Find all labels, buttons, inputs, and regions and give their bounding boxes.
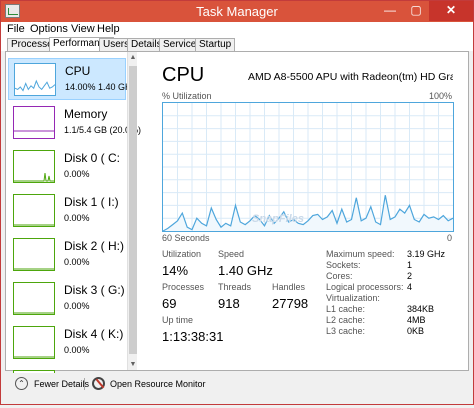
maximize-button[interactable]: ▢ <box>403 1 429 21</box>
spec-value: 0KB <box>407 326 425 336</box>
handles-value: 27798 <box>272 296 309 311</box>
scroll-down-arrow-icon[interactable]: ▼ <box>128 361 138 368</box>
spec-label: Maximum speed: <box>326 249 395 259</box>
thumbnail-graph-svg <box>14 172 54 182</box>
cpu-graph-svg <box>163 103 453 231</box>
cpu-utilization-graph <box>162 102 454 232</box>
sidebar-item-disk-2[interactable]: Disk 2 ( H:) 0.00% <box>8 234 126 276</box>
cpu-detail-view: CPU AMD A8-5500 APU with Radeon(tm) HD G… <box>142 52 468 370</box>
menu-options[interactable]: Options <box>30 23 68 35</box>
sidebar-item-cpu[interactable]: CPU 14.00% 1.40 GHz <box>8 58 136 100</box>
thumbnail-graph <box>13 282 55 315</box>
scrollbar-thumb[interactable] <box>129 66 137 354</box>
sidebar-item-subtitle: 0.00% <box>64 301 90 311</box>
sidebar-scrollbar[interactable]: ▲ ▼ <box>127 52 137 370</box>
chevron-up-icon[interactable]: ⌃ <box>15 377 28 390</box>
thumbnail-graph <box>13 194 55 227</box>
spec-value: 1 <box>407 260 413 270</box>
footer-bar: ⌃ Fewer Details Open Resource Monitor <box>1 373 473 404</box>
sidebar-item-disk-0[interactable]: Disk 0 ( C: 0.00% <box>8 146 126 188</box>
watermark-logo: SnapFiles <box>252 213 304 225</box>
footer-divider <box>84 378 85 390</box>
menu-bar: File Options View Help <box>1 22 473 37</box>
sidebar-item-disk-1[interactable]: Disk 1 ( I:) 0.00% <box>8 190 126 232</box>
thumbnail-graph-svg <box>14 268 54 270</box>
sidebar-item-disk-4[interactable]: Disk 4 ( K:) 0.00% <box>8 322 126 364</box>
processes-value: 69 <box>162 296 177 311</box>
minimize-button[interactable]: — <box>377 1 403 21</box>
resource-sidebar: CPU 14.00% 1.40 GHz Memory 1.1/5.4 GB (20.0… <box>6 52 141 403</box>
sidebar-item-mem[interactable]: Memory 1.1/5.4 GB (20.0%) <box>8 102 141 144</box>
threads-value: 918 <box>218 296 240 311</box>
scroll-up-arrow-icon[interactable]: ▲ <box>128 54 138 61</box>
thumbnail-graph <box>13 106 55 139</box>
spec-value: 3.19 GHz <box>407 249 446 259</box>
menu-view[interactable]: View <box>71 23 95 35</box>
close-button[interactable]: ✕ <box>429 1 473 21</box>
sidebar-item-title: Memory <box>64 107 108 121</box>
open-resource-monitor-link[interactable]: Open Resource Monitor <box>110 379 206 389</box>
sidebar-item-disk-3[interactable]: Disk 3 ( G:) 0.00% <box>8 278 126 320</box>
cpu-model-name: AMD A8-5500 APU with Radeon(tm) HD Graph… <box>248 71 453 83</box>
sidebar-item-subtitle: 0.00% <box>64 213 90 223</box>
thumbnail-graph-svg <box>14 312 54 314</box>
processes-label: Processes <box>162 282 205 292</box>
thumbnail-graph <box>13 150 55 183</box>
thumbnail-series-line <box>15 79 55 92</box>
threads-label: Threads <box>218 282 252 292</box>
handles-label: Handles <box>272 282 306 292</box>
utilization-label: Utilization <box>162 249 202 259</box>
sidebar-item-subtitle: 0.00% <box>64 257 90 267</box>
thumbnail-graph-svg <box>14 356 54 358</box>
spec-value: 2 <box>407 271 413 281</box>
speed-value: 1.40 GHz <box>218 263 273 278</box>
spec-value: 4 <box>407 282 413 292</box>
utilization-value: 14% <box>162 263 189 278</box>
sidebar-item-subtitle: 0.00% <box>64 345 90 355</box>
menu-file[interactable]: File <box>7 23 25 35</box>
thumbnail-graph-svg <box>15 79 55 92</box>
sidebar-item-subtitle: 0.00% <box>64 169 90 179</box>
sidebar-item-title: CPU <box>65 64 91 78</box>
spec-label: L1 cache: <box>326 304 366 314</box>
spec-label: Logical processors: <box>326 282 404 292</box>
sidebar-item-title: Disk 1 ( I:) <box>64 195 119 209</box>
spec-label: Sockets: <box>326 260 361 270</box>
thumbnail-graph-svg <box>14 224 54 226</box>
tab-startup[interactable]: Startup <box>195 38 236 51</box>
thumbnail-graph <box>13 238 55 271</box>
fewer-details-link[interactable]: Fewer Details <box>34 379 89 389</box>
utilization-axis-label: % Utilization <box>162 91 212 101</box>
sidebar-item-title: Disk 2 ( H:) <box>64 239 124 253</box>
tab-strip: Processes Performance Users Details Serv… <box>1 37 473 51</box>
spec-value: 4MB <box>407 315 426 325</box>
uptime-value: 1:13:38:31 <box>162 329 224 344</box>
title-bar: Task Manager — ▢ ✕ <box>1 1 473 22</box>
sidebar-item-title: Disk 3 ( G:) <box>64 283 125 297</box>
spec-label: L2 cache: <box>326 315 366 325</box>
time-axis-end: 0 <box>446 233 452 243</box>
sidebar-item-title: Disk 4 ( K:) <box>64 327 124 341</box>
spec-label: Virtualization: <box>326 293 380 303</box>
time-axis-label: 60 Seconds <box>162 233 210 243</box>
thumbnail-graph <box>13 326 55 359</box>
utilization-axis-max: 100% <box>428 91 452 101</box>
sidebar-item-title: Disk 0 ( C: <box>64 151 121 165</box>
spec-label: L3 cache: <box>326 326 366 336</box>
resource-monitor-icon[interactable] <box>92 377 105 390</box>
spec-value: 384KB <box>407 304 435 314</box>
menu-help[interactable]: Help <box>97 23 120 35</box>
task-manager-window: Task Manager — ▢ ✕ File Options View Hel… <box>0 0 474 405</box>
spec-label: Cores: <box>326 271 353 281</box>
page-title: CPU <box>162 64 205 86</box>
speed-label: Speed <box>218 249 245 259</box>
sidebar-item-subtitle: 14.00% 1.40 GHz <box>65 82 137 92</box>
thumbnail-graph-svg <box>14 130 54 132</box>
thumbnail-graph <box>14 63 56 96</box>
thumbnail-series-line <box>14 172 54 182</box>
performance-panel: CPU 14.00% 1.40 GHz Memory 1.1/5.4 GB (20.0… <box>5 51 469 403</box>
uptime-label: Up time <box>162 315 194 325</box>
